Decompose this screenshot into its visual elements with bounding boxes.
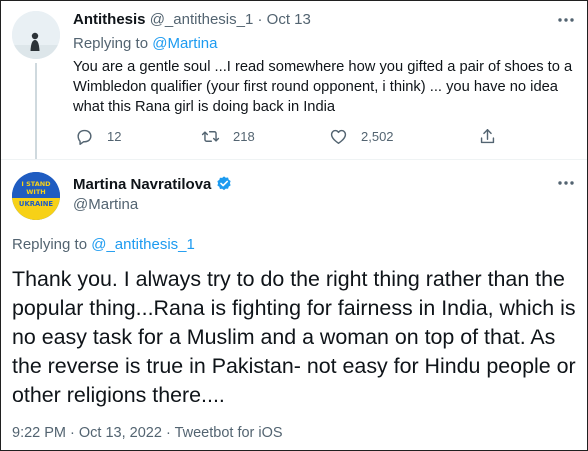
reply-tweet-text: You are a gentle soul ...I read somewher… [73,59,573,115]
svg-text:I STAND: I STAND [21,180,51,188]
retweet-icon [201,131,220,142]
reply-author-handle[interactable]: @_antithesis_1 [150,11,254,28]
replying-to-label: Replying to [73,35,149,52]
like-action[interactable]: 2,502 [329,127,394,146]
reply-tweet-header: Antithesis @_antithesis_1 · Oct 13 [73,11,311,28]
tweet-time[interactable]: 9:22 PM [12,425,66,441]
replying-to-handle-link[interactable]: @Martina [152,35,217,52]
svg-text:UKRAINE: UKRAINE [19,200,53,208]
replying-to-label: Replying to [12,236,88,253]
share-action[interactable] [478,127,497,146]
reply-icon [77,129,92,145]
tweet-thread-frame: Antithesis @_antithesis_1 · Oct 13 Reply… [0,0,588,451]
reply-tweet[interactable]: Antithesis @_antithesis_1 · Oct 13 Reply… [1,1,587,159]
share-icon [480,129,495,144]
main-author-avatar[interactable]: I STAND WITH UKRAINE [12,172,60,220]
reply-author-avatar[interactable] [12,11,60,59]
main-tweet-text: Thank you. I always try to do the right … [12,267,576,407]
reply-count: 12 [107,129,122,144]
thread-connector-line [35,63,37,159]
more-icon[interactable] [556,15,576,33]
like-count: 2,502 [361,129,394,144]
tweet-divider [1,159,587,160]
retweet-count: 218 [233,129,255,144]
timestamp-separator: · [70,425,75,441]
main-author-name[interactable]: Martina Navratilova [73,176,211,193]
more-icon[interactable] [556,178,576,196]
timestamp-separator: · [165,425,171,441]
main-author-name-row: Martina Navratilova [73,175,233,193]
main-author-handle[interactable]: @Martina [73,196,138,213]
verified-badge-icon [217,176,231,191]
tweet-date[interactable]: Oct 13, 2022 [79,425,162,441]
tweet-source[interactable]: Tweetbot for iOS [175,425,283,441]
reply-tweet-date[interactable]: Oct 13 [267,11,311,28]
reply-author-name[interactable]: Antithesis [73,11,146,28]
tweet-timestamp: 9:22 PM · Oct 13, 2022 · Tweetbot for iO… [12,425,283,441]
main-replying-to: Replying to @_antithesis_1 [12,236,195,253]
reply-tweet-actions: 12 218 2,502 [73,125,513,149]
header-separator: · [257,11,263,28]
reply-replying-to: Replying to @Martina [73,35,217,52]
heart-icon [330,129,347,144]
svg-text:WITH: WITH [26,188,45,196]
replying-to-handle-link[interactable]: @_antithesis_1 [91,236,195,253]
reply-action[interactable]: 12 [75,127,121,146]
retweet-action[interactable]: 218 [201,127,255,146]
